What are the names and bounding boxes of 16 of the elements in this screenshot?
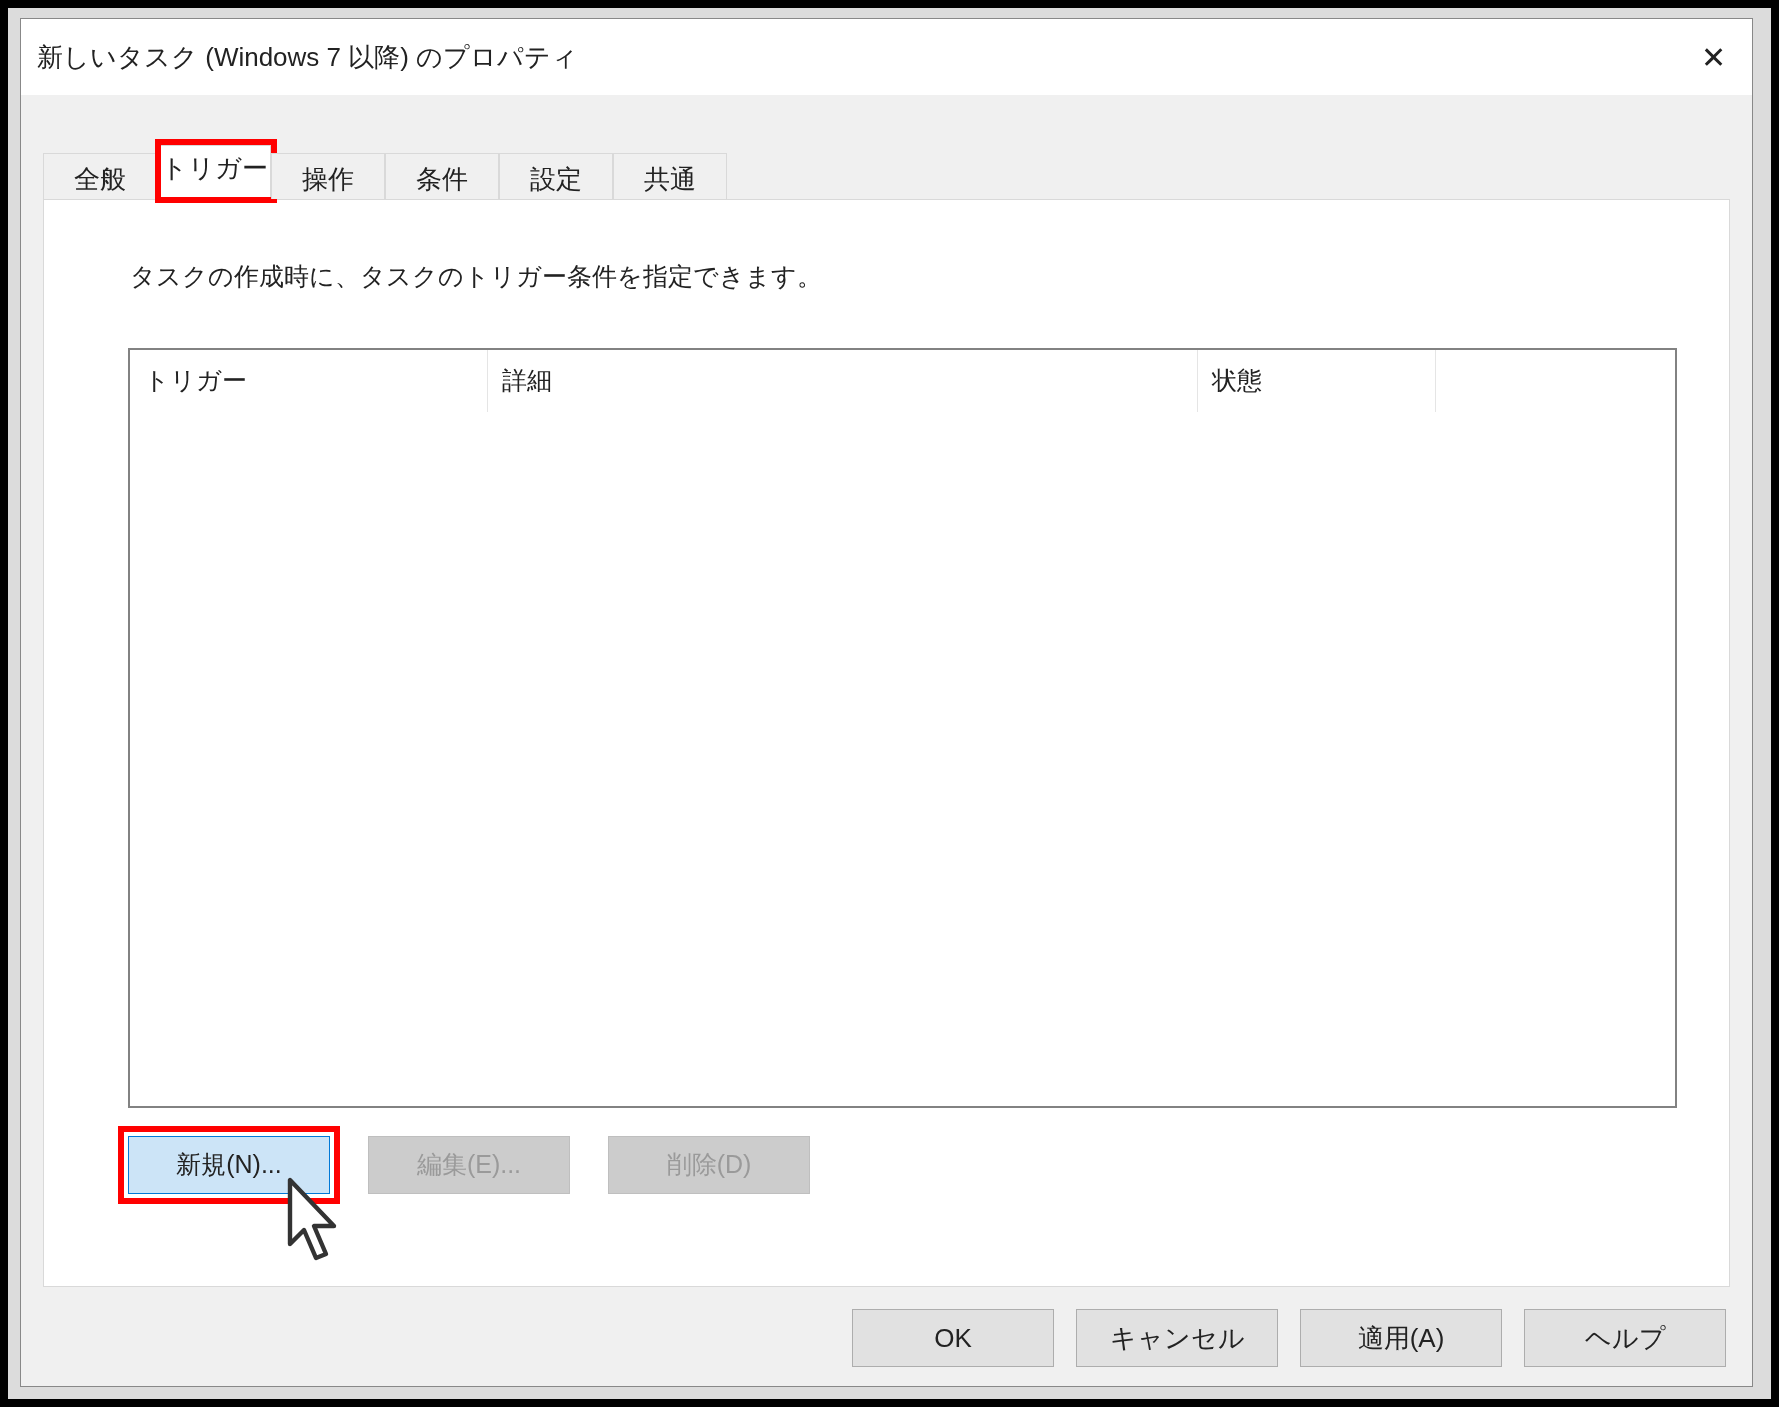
column-header[interactable]: 詳細 bbox=[488, 349, 1198, 412]
tab[interactable]: 条件 bbox=[385, 153, 499, 199]
description-text: タスクの作成時に、タスクのトリガー条件を指定できます。 bbox=[129, 261, 823, 292]
tab[interactable]: 設定 bbox=[499, 153, 613, 199]
column-header[interactable]: 状態 bbox=[1198, 349, 1436, 412]
tab[interactable]: 操作 bbox=[271, 153, 385, 199]
dialog-button[interactable]: ヘルプ bbox=[1524, 1309, 1726, 1367]
dialog-button[interactable]: 適用(A) bbox=[1300, 1309, 1502, 1367]
dialog-button[interactable]: OK bbox=[852, 1309, 1054, 1367]
window-title: 新しいタスク (Windows 7 以降) のプロパティ bbox=[37, 40, 579, 74]
tab[interactable]: 共通 bbox=[613, 153, 727, 199]
dialog-button[interactable]: キャンセル bbox=[1076, 1309, 1278, 1367]
list-button[interactable]: 新規(N)... bbox=[128, 1135, 330, 1194]
column-header[interactable]: トリガー bbox=[130, 349, 488, 412]
tab[interactable]: 全般 bbox=[43, 153, 157, 199]
close-button[interactable]: ✕ bbox=[1691, 34, 1736, 80]
